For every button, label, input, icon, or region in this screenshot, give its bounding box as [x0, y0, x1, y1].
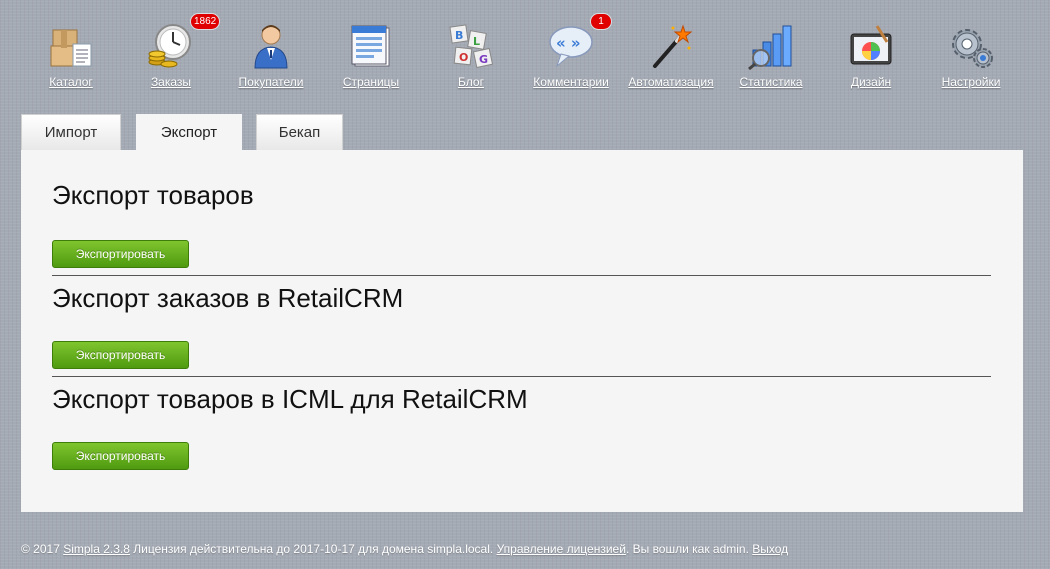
svg-text:L: L [473, 35, 480, 48]
svg-text:« »: « » [556, 34, 581, 52]
logout-link[interactable]: Выход [752, 542, 788, 556]
footer: © 2017 Simpla 2.3.8 Лицензия действитель… [21, 542, 788, 556]
tab-backup[interactable]: Бекап [256, 114, 343, 150]
statistics-chart-icon [748, 25, 792, 70]
comments-count-badge: 1 [591, 14, 611, 29]
tab-import[interactable]: Импорт [21, 114, 121, 150]
menu-item-customers[interactable]: Покупатели [221, 18, 321, 96]
section-title-export-orders-retailcrm: Экспорт заказов в RetailCRM [52, 283, 404, 313]
settings-gears-icon [952, 29, 993, 68]
menu-item-pages[interactable]: Страницы [321, 18, 421, 96]
menu-item-orders[interactable]: 1862 Заказы [121, 14, 221, 96]
footer-copyright: © 2017 [21, 542, 60, 556]
section-title-export-icml-retailcrm: Экспорт товаров в ICML для RetailCRM [52, 384, 528, 414]
orders-clock-coins-icon [148, 24, 191, 68]
menu-item-catalog[interactable]: Каталог [21, 18, 121, 96]
footer-license-text: Лицензия действительна до 2017-10-17 для… [133, 542, 494, 556]
svg-text:B: B [455, 29, 463, 42]
pages-document-icon [351, 25, 390, 67]
customer-person-icon [254, 25, 288, 69]
design-palette-icon [850, 25, 892, 65]
section-divider [52, 275, 991, 276]
section-divider [52, 376, 991, 377]
main-panel: Экспорт товаров Экспортировать Экспорт з… [21, 150, 1023, 512]
menu-label[interactable]: Настройки [911, 75, 1031, 89]
blog-cubes-icon: B L O G [449, 24, 494, 69]
footer-logged-in-text: . Вы вошли как admin. [625, 542, 749, 556]
menu-item-comments[interactable]: « » 1 Комментарии [521, 14, 621, 96]
orders-count-badge: 1862 [191, 14, 220, 29]
catalog-boxes-icon [50, 29, 92, 67]
comments-bubble-icon: « » [549, 26, 593, 68]
export-products-button[interactable]: Экспортировать [52, 240, 189, 268]
menu-item-statistics[interactable]: Статистика [721, 18, 821, 96]
section-title-export-products: Экспорт товаров [52, 180, 254, 210]
menu-item-design[interactable]: Дизайн [821, 18, 921, 96]
export-orders-retailcrm-button[interactable]: Экспортировать [52, 341, 189, 369]
top-menu: Каталог 1862 Заказы Покупатели Страницы … [0, 0, 1050, 100]
export-icml-retailcrm-button[interactable]: Экспортировать [52, 442, 189, 470]
svg-text:O: O [459, 51, 468, 64]
menu-item-automation[interactable]: Автоматизация [621, 18, 721, 96]
svg-text:G: G [479, 53, 488, 66]
product-version-link[interactable]: Simpla 2.3.8 [63, 542, 130, 556]
manage-license-link[interactable]: Управление лицензией [497, 542, 626, 556]
menu-item-settings[interactable]: Настройки [921, 18, 1021, 96]
menu-item-blog[interactable]: B L O G Блог [421, 18, 521, 96]
automation-wand-icon [653, 24, 693, 68]
tab-export[interactable]: Экспорт [136, 114, 242, 152]
